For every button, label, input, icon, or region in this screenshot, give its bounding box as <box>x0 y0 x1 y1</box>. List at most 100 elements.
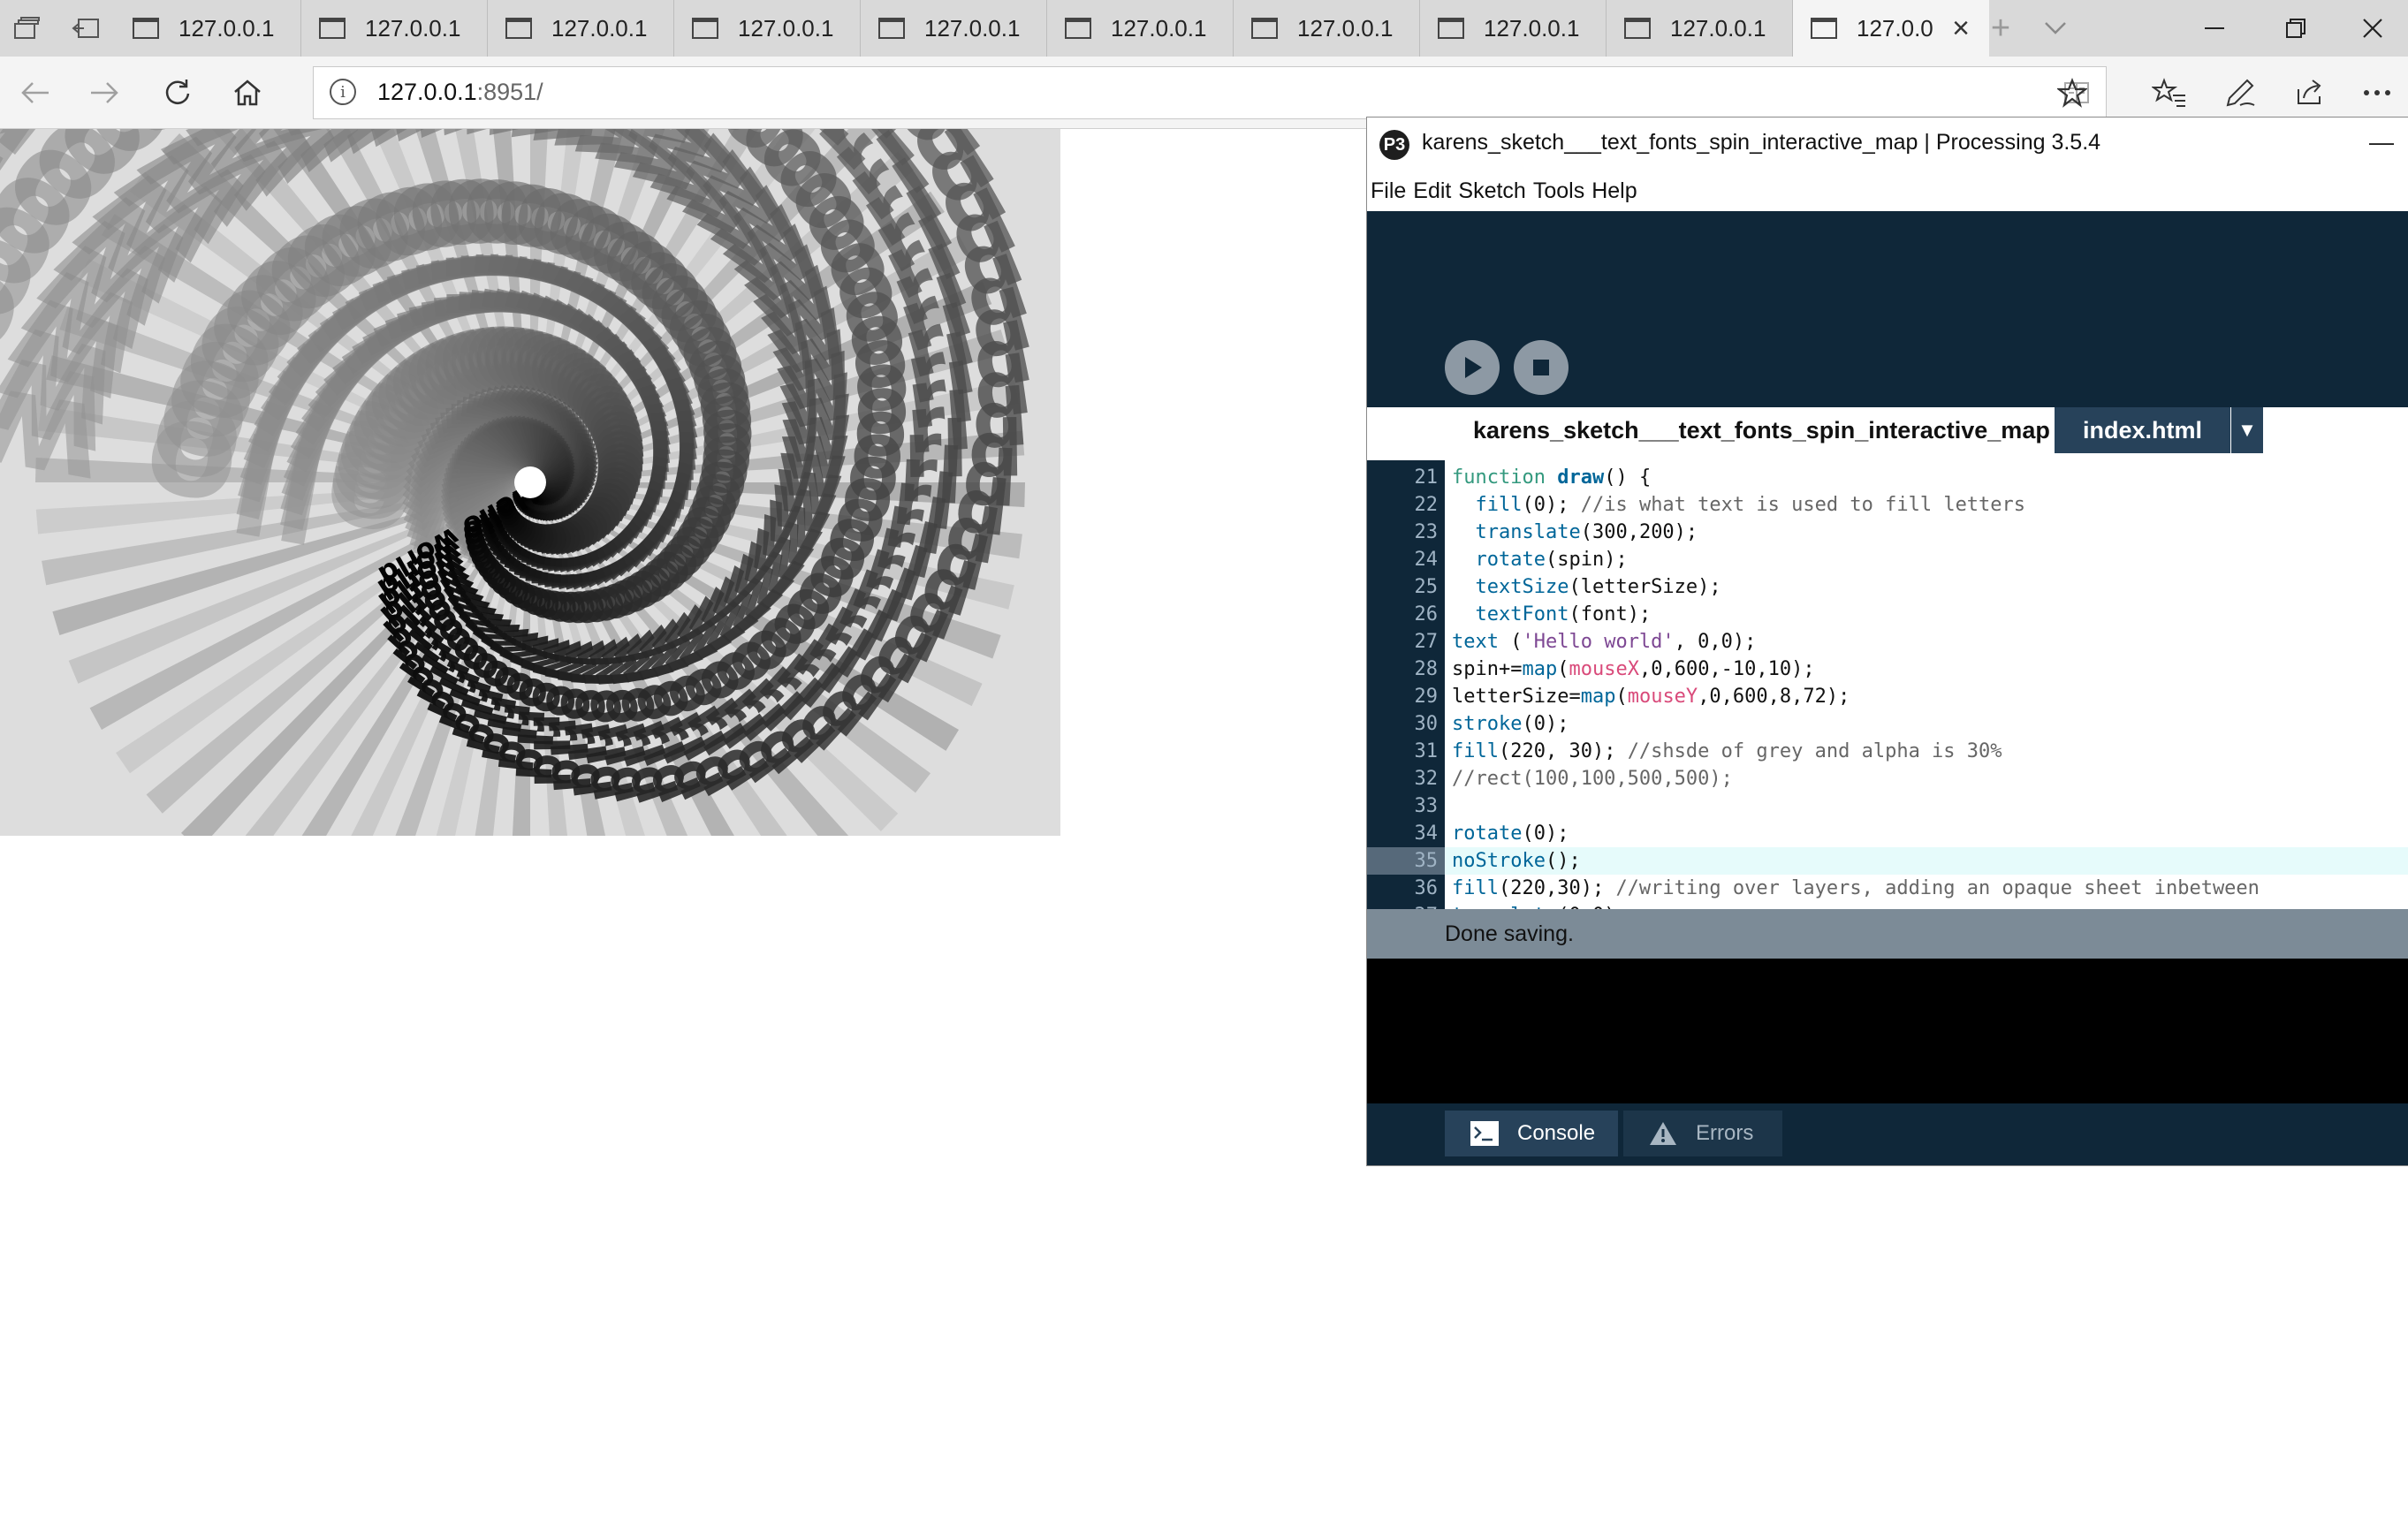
code-line[interactable]: 32 //rect(100,100,500,500); <box>1367 765 2408 792</box>
errors-tab[interactable]: Errors <box>1623 1111 1782 1156</box>
line-number: 29 <box>1414 686 1439 708</box>
refresh-button[interactable] <box>150 67 203 118</box>
page-icon <box>505 18 532 39</box>
browser-tab-label: 127.0.0.1 <box>551 14 648 42</box>
favorites-hub-icon[interactable] <box>2138 67 2200 118</box>
run-button[interactable] <box>1445 340 1500 395</box>
site-info-icon[interactable]: i <box>330 79 356 105</box>
page-icon <box>319 18 346 39</box>
share-icon[interactable] <box>2280 67 2342 118</box>
code-line[interactable]: 36 fill(220,30); //writing over layers, a… <box>1367 875 2408 902</box>
line-number: 34 <box>1414 823 1439 845</box>
web-note-pen-icon[interactable] <box>2209 67 2271 118</box>
menu-tools[interactable]: Tools <box>1533 178 1584 204</box>
address-url: 127.0.0.1:8951/ <box>377 79 543 106</box>
back-button[interactable] <box>9 67 62 118</box>
ide-status-bar: Done saving. <box>1367 909 2408 959</box>
code-line[interactable]: 28 spin+=map(mouseX,0,600,-10,10); <box>1367 656 2408 683</box>
code-text: //rect(100,100,500,500); <box>1452 768 1733 790</box>
sketch-canvas[interactable]: Hello world Hello world Hello world Hello w… <box>0 129 1060 836</box>
menu-sketch[interactable]: Sketch <box>1458 178 1525 204</box>
close-tab-icon[interactable]: × <box>1945 11 1977 45</box>
more-options-icon[interactable] <box>2351 67 2404 118</box>
line-number: 22 <box>1414 494 1439 516</box>
code-text: rotate(spin); <box>1475 549 1628 571</box>
code-line[interactable]: 29 letterSize=map(mouseY,0,600,8,72); <box>1367 683 2408 710</box>
page-icon <box>692 18 718 39</box>
editor-tab-bar: karens_sketch___text_fonts_spin_interact… <box>1367 402 2408 453</box>
browser-tab-label: 127.0.0.1 <box>1484 14 1580 42</box>
browser-tab-label: 127.0.0 <box>1857 14 1933 42</box>
ide-minimize-button[interactable]: — <box>2369 128 2394 156</box>
forward-button[interactable] <box>78 67 131 118</box>
code-line[interactable]: 34 rotate(0); <box>1367 820 2408 847</box>
browser-tab[interactable]: 127.0.0.1 <box>861 0 1047 57</box>
page-icon <box>1438 18 1464 39</box>
line-number: 28 <box>1414 658 1439 680</box>
code-text: textFont(font); <box>1475 603 1652 625</box>
line-number: 27 <box>1414 631 1439 653</box>
browser-tab[interactable]: 127.0.0.1 <box>1047 0 1234 57</box>
console-tab[interactable]: Console <box>1445 1111 1618 1156</box>
ide-menu-bar: File Edit Sketch Tools Help <box>1367 171 2408 211</box>
code-text: rotate(0); <box>1452 823 1569 845</box>
new-tab-button[interactable]: + <box>1974 0 2027 57</box>
code-line-current[interactable]: 35 noStroke(); <box>1367 847 2408 875</box>
tab-preview-chevron-icon[interactable] <box>2029 0 2082 57</box>
code-line[interactable]: 22 fill(0); //is what text is used to fi… <box>1367 491 2408 519</box>
console-output[interactable] <box>1367 959 2408 1103</box>
processing-logo-icon: P3 <box>1379 130 1409 160</box>
canvas-center-dot <box>514 466 546 498</box>
set-tabs-aside-icon[interactable] <box>58 0 113 57</box>
minimize-window-button[interactable] <box>2174 0 2255 57</box>
menu-edit[interactable]: Edit <box>1413 178 1451 204</box>
tab-index-html[interactable]: index.html <box>2055 407 2231 453</box>
browser-tab[interactable]: 127.0.0.1 <box>1234 0 1420 57</box>
restore-window-button[interactable] <box>2255 0 2336 57</box>
home-button[interactable] <box>221 67 274 118</box>
code-line[interactable]: 30 stroke(0); <box>1367 710 2408 738</box>
browser-tab-label: 127.0.0.1 <box>1111 14 1207 42</box>
console-tab-bar: Console Errors <box>1367 1103 2408 1165</box>
line-number: 32 <box>1414 768 1439 790</box>
line-number: 23 <box>1414 521 1439 543</box>
url-port: :8951/ <box>476 79 543 105</box>
stop-button[interactable] <box>1514 340 1569 395</box>
spinning-text-render: Hello world Hello world Hello world Hello w… <box>0 129 1041 836</box>
line-number: 21 <box>1414 466 1439 489</box>
menu-help[interactable]: Help <box>1591 178 1637 204</box>
browser-tab[interactable]: 127.0.0.1 <box>1607 0 1793 57</box>
browser-tab[interactable]: 127.0.0.1 <box>1420 0 1607 57</box>
line-number: 25 <box>1414 576 1439 598</box>
line-number: 36 <box>1414 877 1439 899</box>
browser-tab[interactable]: 127.0.0.1 <box>301 0 488 57</box>
browser-tab-label: 127.0.0.1 <box>1297 14 1394 42</box>
favorite-star-icon[interactable] <box>2041 67 2103 118</box>
menu-file[interactable]: File <box>1371 178 1406 204</box>
code-line[interactable]: 23 translate(300,200); <box>1367 519 2408 546</box>
line-number: 26 <box>1414 603 1439 625</box>
screen: 127.0.0.1 127.0.0.1 127.0.0.1 127.0.0.1 127.… <box>0 0 2408 1539</box>
console-icon <box>1470 1120 1500 1147</box>
code-line[interactable]: 24 rotate(spin); <box>1367 546 2408 573</box>
browser-tab[interactable]: 127.0.0.1 <box>115 0 301 57</box>
code-line[interactable]: 27 text ('Hello world', 0,0); <box>1367 628 2408 656</box>
browser-tab[interactable]: 127.0.0.1 <box>674 0 861 57</box>
tab-sketch-main[interactable]: karens_sketch___text_fonts_spin_interact… <box>1445 407 2078 453</box>
browser-tab[interactable]: 127.0.0.1 <box>488 0 674 57</box>
browser-tab-strip: 127.0.0.1 127.0.0.1 127.0.0.1 127.0.0.1 127.… <box>0 0 2408 57</box>
close-window-button[interactable] <box>2336 0 2408 57</box>
browser-tab-active[interactable]: 127.0.0 × <box>1793 0 1989 57</box>
tab-manager-icon[interactable] <box>0 0 55 57</box>
tab-menu-arrow-icon[interactable]: ▼ <box>2231 407 2263 453</box>
code-line[interactable]: 21 function draw() { <box>1367 464 2408 491</box>
page-icon <box>878 18 905 39</box>
code-line[interactable]: 33 <box>1367 792 2408 820</box>
code-text: translate(300,200); <box>1475 521 1698 543</box>
code-line[interactable]: 25 textSize(letterSize); <box>1367 573 2408 601</box>
code-line[interactable]: 31 fill(220, 30); //shsde of grey and alp… <box>1367 738 2408 765</box>
code-line[interactable]: 26 textFont(font); <box>1367 601 2408 628</box>
browser-tab-label: 127.0.0.1 <box>1670 14 1766 42</box>
ide-toolbar <box>1367 211 2408 407</box>
address-bar[interactable]: i 127.0.0.1:8951/ <box>313 66 2107 119</box>
